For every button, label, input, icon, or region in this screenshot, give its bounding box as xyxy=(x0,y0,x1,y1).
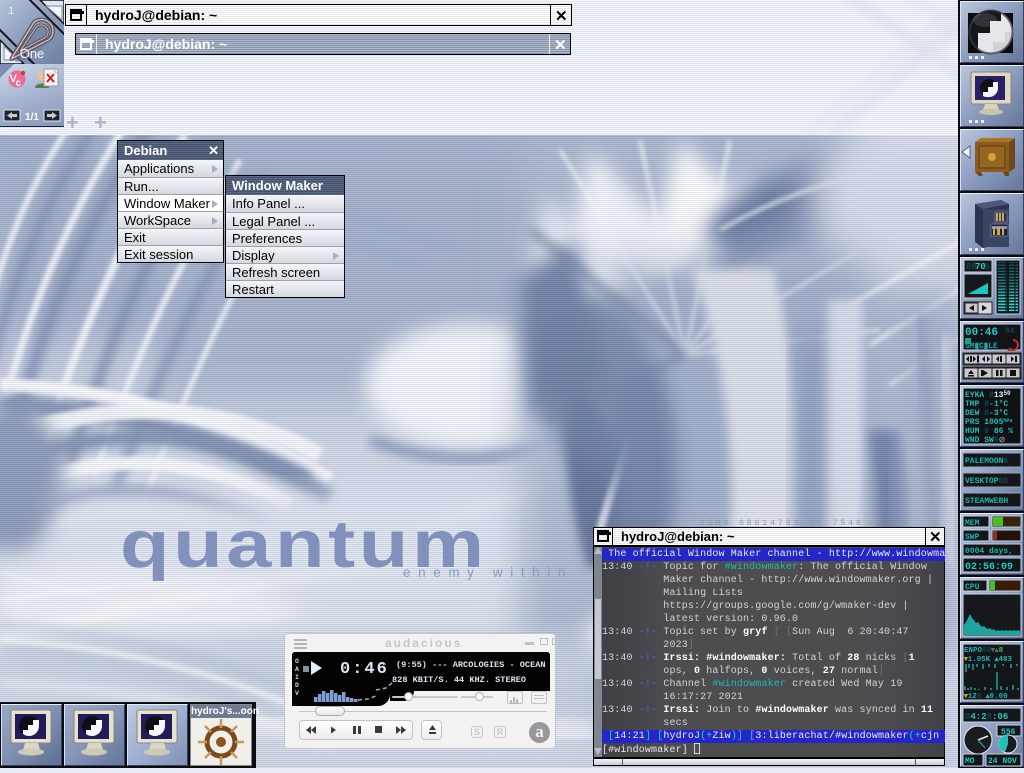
svg-text:MEM: MEM xyxy=(965,519,980,528)
svg-text:PALEMOON8: PALEMOON8 xyxy=(965,457,1008,466)
svg-text:I: I xyxy=(295,674,299,681)
svg-text:DEW 8-3°C: DEW 8-3°C xyxy=(965,409,1008,418)
svg-text:828 KBIT/S. 44 KHZ. STEREO: 828 KBIT/S. 44 KHZ. STEREO xyxy=(392,675,526,685)
svg-text:00:46: 00:46 xyxy=(965,327,998,339)
svg-text:04: 04 xyxy=(1005,327,1015,336)
svg-text:MO: MO xyxy=(965,757,975,766)
svg-text:HUM 8 86 %: HUM 8 86 % xyxy=(965,427,1013,436)
svg-text:TMP 8-1°C: TMP 8-1°C xyxy=(965,400,1008,409)
svg-text:CPU: CPU xyxy=(965,583,980,592)
svg-text:8: 8 xyxy=(984,262,989,272)
svg-text:STEAMWEBH: STEAMWEBH xyxy=(965,497,1008,506)
svg-text:WND SW8⊘: WND SW8⊘ xyxy=(965,436,1006,445)
svg-text:0:46: 0:46 xyxy=(340,660,389,679)
svg-text:▾128 ▴0.00: ▾128 ▴0.00 xyxy=(963,693,1008,701)
svg-text:V: V xyxy=(295,690,299,697)
svg-text:D: D xyxy=(295,682,299,689)
svg-text:24 NOV: 24 NOV xyxy=(988,757,1017,766)
svg-text:1/1: 1/1 xyxy=(25,112,39,123)
svg-text:SWP: SWP xyxy=(965,533,980,542)
svg-text:VESKTOP88: VESKTOP88 xyxy=(965,477,1008,486)
svg-text:A: A xyxy=(295,666,299,673)
svg-text:O: O xyxy=(295,658,299,665)
svg-text:02:56:09: 02:56:09 xyxy=(965,562,1013,573)
svg-text:1: 1 xyxy=(8,5,14,17)
svg-text:c: c xyxy=(16,78,22,89)
svg-text:One: One xyxy=(20,46,45,61)
svg-text:(9:55) --- ARCOLOGIES - OCEAN: (9:55) --- ARCOLOGIES - OCEAN | xyxy=(396,660,550,670)
svg-text:SM▮C▮LE: SM▮C▮LE xyxy=(965,342,998,351)
svg-text:▾1.05K ▴483: ▾1.05K ▴483 xyxy=(963,656,1013,664)
svg-text:0004 days,: 0004 days, xyxy=(965,547,1013,556)
svg-text:84:28:06: 84:28:06 xyxy=(965,712,1008,722)
svg-text:ENPO88▾▴8: ENPO88▾▴8 xyxy=(964,647,1004,655)
